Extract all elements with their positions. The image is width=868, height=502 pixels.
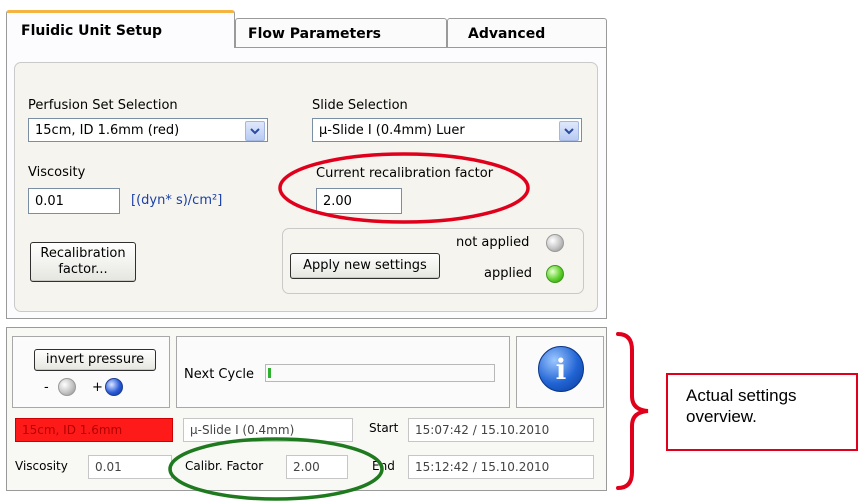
viscosity-display-value: 0.01 [95, 460, 122, 474]
next-cycle-progress-fill [268, 368, 271, 378]
end-time-value: 15:12:42 / 15.10.2010 [415, 460, 550, 474]
pressure-negative-indicator-icon [58, 378, 76, 396]
not-applied-label: not applied [456, 235, 530, 250]
start-time-display: 15:07:42 / 15.10.2010 [408, 418, 594, 442]
info-icon[interactable]: i [538, 346, 584, 392]
start-time-value: 15:07:42 / 15.10.2010 [415, 423, 550, 437]
red-highlight-ellipse [278, 152, 530, 224]
callout-line1: Actual settings [686, 386, 797, 405]
perfusion-set-label: Perfusion Set Selection [28, 98, 178, 113]
apply-button-label: Apply new settings [303, 258, 427, 273]
slide-selection-dropdown[interactable]: µ-Slide I (0.4mm) Luer [312, 118, 582, 142]
start-label: Start [369, 421, 399, 435]
viscosity-label: Viscosity [28, 165, 86, 180]
end-time-display: 15:12:42 / 15.10.2010 [408, 455, 594, 479]
plus-label: + [92, 380, 103, 395]
recalibration-button-line2: factor... [58, 262, 108, 277]
viscosity-value: 0.01 [35, 193, 64, 209]
red-brace-icon [616, 332, 649, 490]
applied-label: applied [484, 266, 532, 281]
perfusion-set-value: 15cm, ID 1.6mm (red) [35, 122, 180, 138]
info-glyph: i [555, 352, 567, 386]
viscosity-unit: [(dyn* s)/cm²] [131, 193, 223, 208]
green-highlight-ellipse [168, 437, 384, 501]
chevron-down-icon[interactable] [245, 121, 265, 141]
perfusion-set-dropdown[interactable]: 15cm, ID 1.6mm (red) [28, 118, 268, 142]
recalibration-factor-button[interactable]: Recalibration factor... [30, 242, 136, 282]
perfusion-set-display-value: 15cm, ID 1.6mm [22, 423, 123, 437]
perfusion-set-display: 15cm, ID 1.6mm [15, 418, 173, 442]
viscosity-display: 0.01 [88, 455, 172, 479]
tab-flow-parameters[interactable]: Flow Parameters [235, 18, 447, 48]
tab-fluidic-unit-setup[interactable]: Fluidic Unit Setup [6, 10, 235, 48]
tab-label: Fluidic Unit Setup [21, 22, 163, 39]
invert-pressure-box [12, 336, 170, 408]
slide-display-value: µ-Slide I (0.4mm) [190, 423, 295, 437]
recalibration-button-line1: Recalibration [40, 246, 126, 261]
minus-label: - [44, 380, 49, 395]
applied-indicator-icon [546, 265, 564, 283]
slide-selection-label: Slide Selection [312, 98, 408, 113]
next-cycle-progress-bar [265, 364, 495, 382]
tab-label: Advanced [468, 25, 546, 42]
callout-line2: overview. [686, 407, 757, 426]
tab-advanced[interactable]: Advanced [447, 18, 607, 48]
settings-overview-callout: Actual settings overview. [666, 373, 858, 451]
slide-selection-value: µ-Slide I (0.4mm) Luer [319, 122, 465, 138]
overview-viscosity-label: Viscosity [15, 459, 68, 473]
pressure-positive-indicator-icon [105, 378, 123, 396]
viscosity-input[interactable]: 0.01 [28, 188, 120, 214]
chevron-down-icon[interactable] [559, 121, 579, 141]
apply-new-settings-button[interactable]: Apply new settings [290, 253, 440, 279]
tab-label: Flow Parameters [248, 25, 381, 42]
not-applied-indicator-icon [546, 234, 564, 252]
next-cycle-label: Next Cycle [184, 367, 254, 382]
invert-pressure-button[interactable]: invert pressure [34, 349, 156, 371]
invert-pressure-label: invert pressure [45, 352, 145, 367]
